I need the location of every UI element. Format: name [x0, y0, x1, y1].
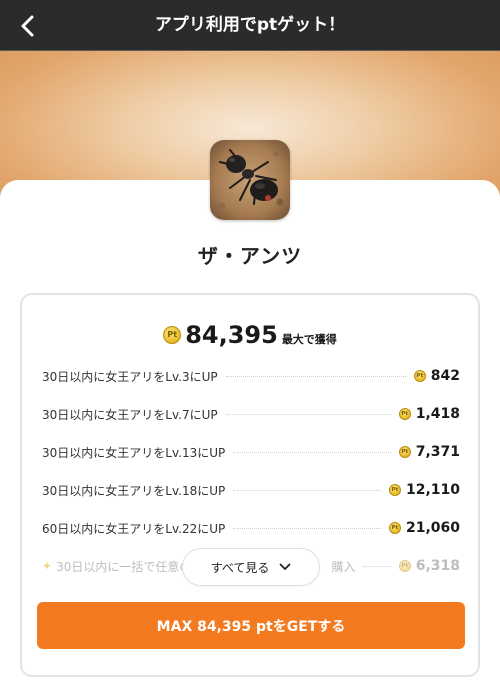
total-points: 84,395 — [185, 321, 278, 349]
task-label: 30日以内に女王アリをLv.18にUP — [42, 483, 226, 498]
ant-app-icon — [210, 140, 290, 220]
see-all-button[interactable]: すべて見る — [182, 548, 320, 586]
task-label: 60日以内に女王アリをLv.22にUP — [42, 521, 226, 536]
see-all-label: すべて見る — [210, 560, 270, 575]
get-points-button[interactable]: MAX 84,395 ptをGETする — [37, 602, 465, 649]
task-row: 30日以内に女王アリをLv.13にUP Pt 7,371 — [42, 442, 460, 462]
task-points: Pt 6,318 — [398, 558, 460, 574]
task-points-value: 1,418 — [415, 406, 460, 422]
task-label: 30日以内に女王アリをLv.3にUP — [42, 369, 218, 384]
task-points: Pt 1,418 — [398, 406, 460, 422]
task-row: 60日以内に女王アリをLv.22にUP Pt 21,060 — [42, 518, 460, 538]
task-row: 30日以内に女王アリをLv.3にUP Pt 842 — [42, 366, 460, 386]
coin-icon: Pt — [398, 560, 411, 572]
dotted-leader — [233, 489, 381, 491]
task-points: Pt 842 — [413, 368, 460, 384]
coin-icon: Pt — [398, 446, 411, 458]
dotted-leader — [225, 413, 391, 415]
total-reward: Pt 84,395 最大で獲得 — [22, 321, 478, 349]
sparkle-icon: ✦ — [42, 559, 53, 573]
task-points-value: 7,371 — [415, 444, 460, 460]
dotted-leader — [233, 451, 391, 453]
task-points-value: 21,060 — [405, 520, 460, 536]
top-bar: アプリ利用でptゲット！ — [0, 0, 500, 51]
coin-icon: Pt — [398, 408, 411, 420]
coin-icon: Pt — [413, 370, 426, 382]
task-points: Pt 12,110 — [388, 482, 460, 498]
task-points: Pt 21,060 — [388, 520, 460, 536]
task-label-right: 購入 — [331, 559, 356, 574]
dotted-leader — [363, 565, 391, 567]
dotted-leader — [233, 527, 381, 529]
task-points: Pt 7,371 — [398, 444, 460, 460]
task-label-left: 30日以内に一括で任意の — [56, 559, 192, 574]
chevron-down-icon — [279, 563, 291, 570]
task-points-value: 842 — [430, 368, 460, 384]
task-row: 30日以内に女王アリをLv.7にUP Pt 1,418 — [42, 404, 460, 424]
task-points-value: 6,318 — [415, 558, 460, 574]
reward-card: Pt 84,395 最大で獲得 30日以内に女王アリをLv.3にUP Pt 84… — [20, 293, 480, 677]
dotted-leader — [225, 375, 406, 377]
task-row: 30日以内に女王アリをLv.18にUP Pt 12,110 — [42, 480, 460, 500]
task-points-value: 12,110 — [405, 482, 460, 498]
task-label: 30日以内に女王アリをLv.13にUP — [42, 445, 226, 460]
total-suffix: 最大で獲得 — [281, 333, 337, 346]
coin-icon: Pt — [388, 484, 401, 496]
page-title: アプリ利用でptゲット！ — [154, 15, 346, 35]
app-name: ザ・アンツ — [197, 244, 303, 268]
coin-icon: Pt — [388, 522, 401, 534]
coin-icon: Pt — [163, 326, 182, 344]
task-label: 30日以内に女王アリをLv.7にUP — [42, 407, 218, 422]
